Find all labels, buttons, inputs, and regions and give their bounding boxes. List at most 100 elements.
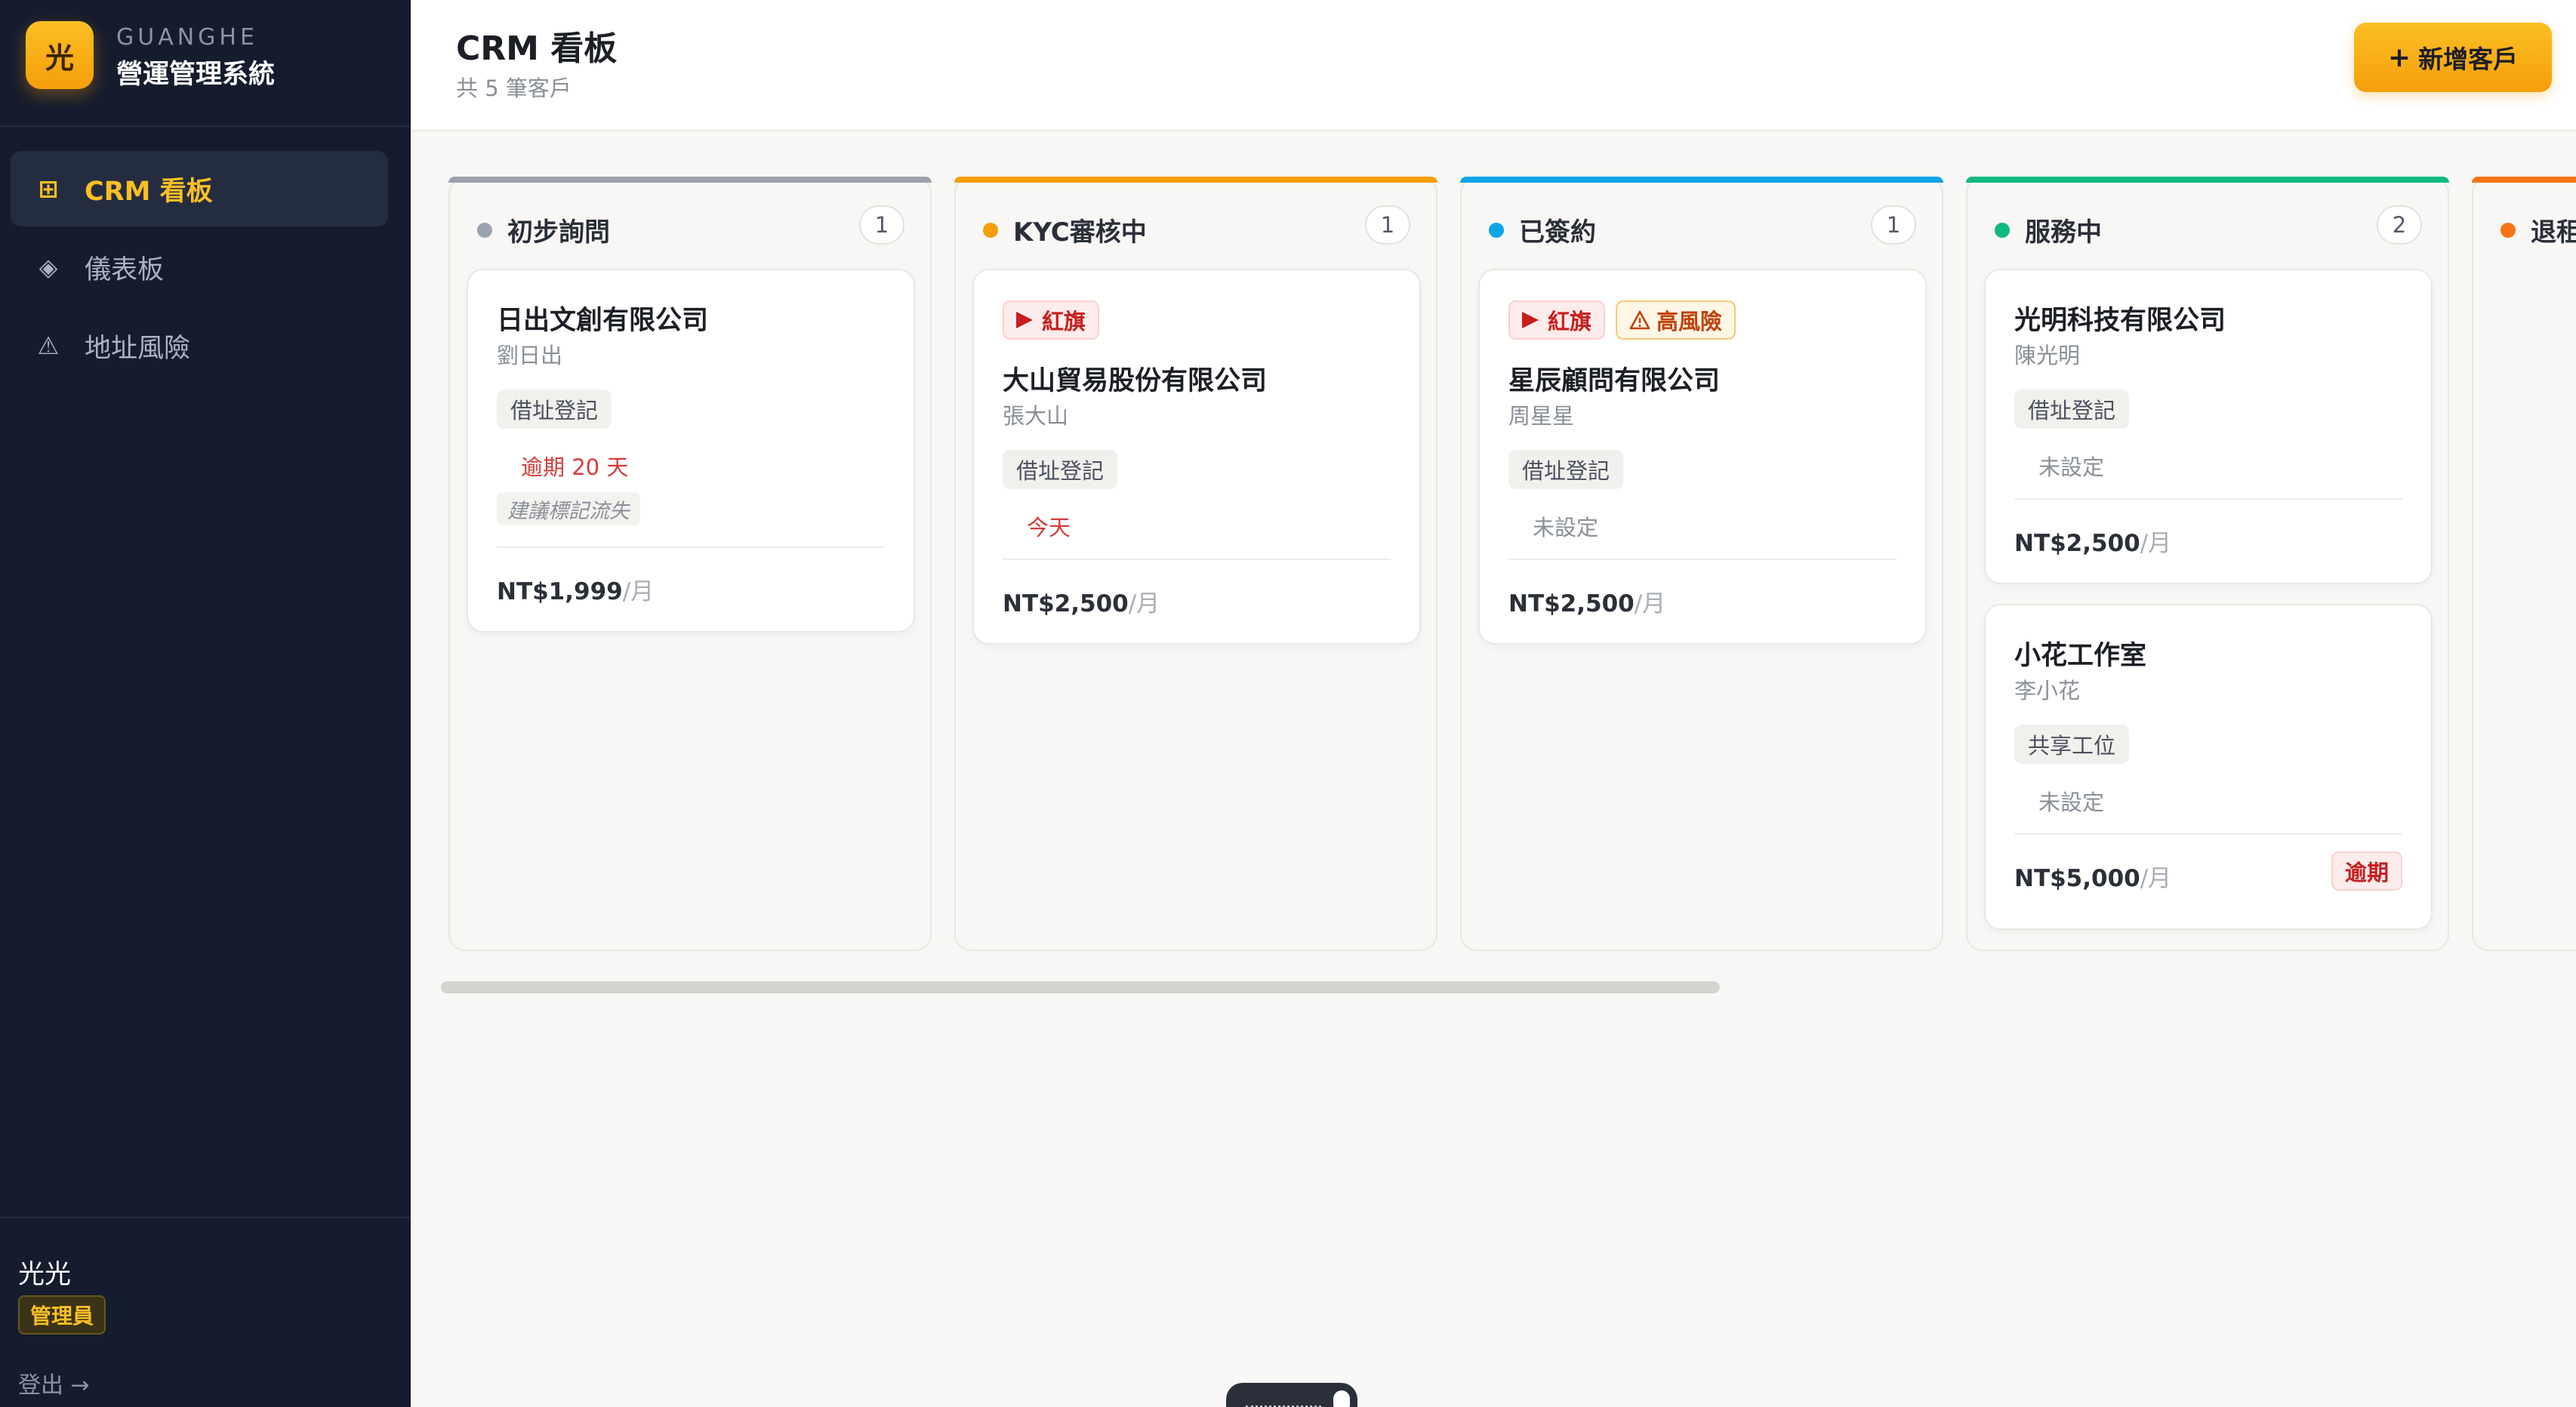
column-inquiry: 初步詢問 1 日出文創有限公司 劉日出 借址登記 逾期 20 天 建議標記流失 … (448, 177, 932, 951)
column-count: 1 (859, 205, 904, 245)
column-title: 服務中 (2025, 217, 2102, 248)
price-unit: /月 (622, 578, 655, 605)
due-status: 逾期 20 天 (521, 454, 629, 480)
grid-icon: ⊞ (38, 174, 59, 203)
brand-logo[interactable]: 光 (26, 21, 94, 89)
card-contact: 張大山 (1003, 403, 1069, 429)
card-divider (497, 546, 885, 548)
customer-count: 共 5 筆客戶 (456, 75, 572, 101)
status-dot-icon (477, 222, 492, 238)
card-company: 光明科技有限公司 (2014, 306, 2226, 336)
card-divider (1003, 559, 1391, 560)
card-company: 小花工作室 (2014, 641, 2147, 671)
warning-icon (1629, 310, 1650, 330)
add-customer-label: 新增客戶 (2418, 45, 2519, 74)
user-panel: 光光 管理員 登出 → (0, 1217, 411, 1407)
column-title: 初步詢問 (507, 217, 610, 248)
red-flag-label: 紅旗 (1548, 309, 1592, 334)
card-company: 日出文創有限公司 (497, 306, 709, 336)
column-color-bar (448, 177, 932, 183)
column-header: 初步詢問 (477, 211, 610, 248)
sidebar-item-dashboard[interactable]: ◈ 儀表板 (11, 229, 388, 305)
floating-toolbar-handle[interactable] (1226, 1383, 1357, 1407)
add-customer-button[interactable]: + 新增客戶 (2354, 23, 2552, 92)
red-flag-badge: 紅旗 (1508, 300, 1606, 340)
column-header: 退租 (2501, 211, 2576, 248)
column-color-bar (954, 177, 1437, 183)
service-tag: 借址登記 (1508, 450, 1624, 489)
column-title: KYC審核中 (1013, 217, 1147, 248)
column-in-service: 服務中 2 光明科技有限公司 陳光明 借址登記 未設定 NT$2,500/月 小… (1966, 177, 2449, 951)
card-contact: 陳光明 (2014, 343, 2081, 368)
sidebar-item-label: CRM 看板 (85, 176, 213, 207)
due-status: 今天 (1027, 515, 1071, 540)
card-company: 星辰顧問有限公司 (1508, 366, 1721, 396)
card-contact: 劉日出 (497, 343, 563, 368)
card-price: NT$2,500/月 (1508, 584, 1665, 618)
handle-knob-icon (1333, 1390, 1350, 1407)
column-title: 退租 (2531, 217, 2576, 248)
card-flags: 紅旗 高風險 (1508, 300, 1736, 340)
column-count: 1 (1365, 205, 1410, 245)
status-dot-icon (2501, 222, 2516, 238)
flag-icon (1522, 312, 1539, 328)
service-tag: 借址登記 (2014, 389, 2130, 429)
sidebar: 光 GUANGHE 營運管理系統 ⊞ CRM 看板 ◈ 儀表板 ⚠ 地址風險 光… (0, 0, 411, 1407)
price-unit: /月 (1634, 590, 1666, 617)
diamond-icon: ◈ (39, 253, 58, 282)
kanban-board: 初步詢問 1 日出文創有限公司 劉日出 借址登記 逾期 20 天 建議標記流失 … (411, 133, 2576, 1039)
brand-system-name: 營運管理系統 (116, 60, 276, 90)
card-contact: 李小花 (2014, 678, 2081, 704)
page-title: CRM 看板 (456, 29, 618, 68)
status-dot-icon (983, 222, 998, 238)
price-value: NT$2,500 (1508, 590, 1635, 617)
brand: 光 GUANGHE 營運管理系統 (0, 0, 411, 127)
price-unit: /月 (2140, 530, 2172, 557)
sidebar-item-address-risk[interactable]: ⚠ 地址風險 (11, 308, 388, 383)
sidebar-item-label: 儀表板 (85, 254, 165, 285)
due-status: 未設定 (2038, 790, 2105, 815)
customer-card[interactable]: 紅旗 高風險 星辰顧問有限公司 周星星 借址登記 未設定 NT$2,500/月 (1478, 269, 1927, 645)
suggestion-hint: 建議標記流失 (497, 492, 640, 525)
overdue-badge: 逾期 (2331, 851, 2402, 891)
user-name: 光光 (18, 1260, 72, 1290)
price-value: NT$2,500 (2014, 530, 2140, 557)
service-tag: 共享工位 (2014, 725, 2130, 764)
customer-card[interactable]: 紅旗 大山貿易股份有限公司 張大山 借址登記 今天 NT$2,500/月 (972, 269, 1421, 645)
card-price: NT$1,999/月 (497, 572, 654, 606)
flag-icon (1016, 312, 1033, 328)
column-header: 服務中 (1995, 211, 2102, 248)
red-flag-badge: 紅旗 (1003, 300, 1100, 340)
warning-icon: ⚠ (37, 331, 60, 360)
column-header: 已簽約 (1489, 211, 1596, 248)
logout-link[interactable]: 登出 → (18, 1366, 90, 1399)
column-terminated: 退租 (2472, 177, 2576, 951)
status-dot-icon (1995, 222, 2010, 238)
column-color-bar (1966, 177, 2449, 183)
price-unit: /月 (1128, 590, 1160, 617)
brand-english-name: GUANGHE (116, 24, 258, 51)
horizontal-scrollbar[interactable] (441, 981, 1720, 993)
customer-card[interactable]: 日出文創有限公司 劉日出 借址登記 逾期 20 天 建議標記流失 NT$1,99… (467, 269, 915, 633)
plus-icon: + (2387, 42, 2411, 73)
card-contact: 周星星 (1508, 403, 1575, 429)
page-header: CRM 看板 共 5 筆客戶 + 新增客戶 (411, 0, 2576, 131)
card-price: NT$2,500/月 (2014, 524, 2171, 558)
price-value: NT$1,999 (497, 578, 623, 605)
column-count: 2 (2377, 205, 2422, 245)
due-status: 未設定 (2038, 454, 2105, 480)
card-price: NT$2,500/月 (1003, 584, 1160, 618)
sidebar-item-crm-board[interactable]: ⊞ CRM 看板 (11, 151, 388, 226)
service-tag: 借址登記 (497, 389, 612, 429)
sidebar-item-label: 地址風險 (85, 333, 191, 364)
card-company: 大山貿易股份有限公司 (1003, 366, 1268, 396)
customer-card[interactable]: 光明科技有限公司 陳光明 借址登記 未設定 NT$2,500/月 (1984, 269, 2433, 584)
column-color-bar (1460, 177, 1943, 183)
card-divider (1508, 559, 1897, 560)
service-tag: 借址登記 (1003, 450, 1118, 489)
column-kyc: KYC審核中 1 紅旗 大山貿易股份有限公司 張大山 借址登記 今天 NT$2,… (954, 177, 1437, 951)
card-flags: 紅旗 (1003, 300, 1110, 340)
due-status: 未設定 (1533, 515, 1599, 540)
customer-card[interactable]: 小花工作室 李小花 共享工位 未設定 NT$5,000/月 逾期 (1984, 604, 2433, 930)
price-unit: /月 (2140, 865, 2172, 892)
